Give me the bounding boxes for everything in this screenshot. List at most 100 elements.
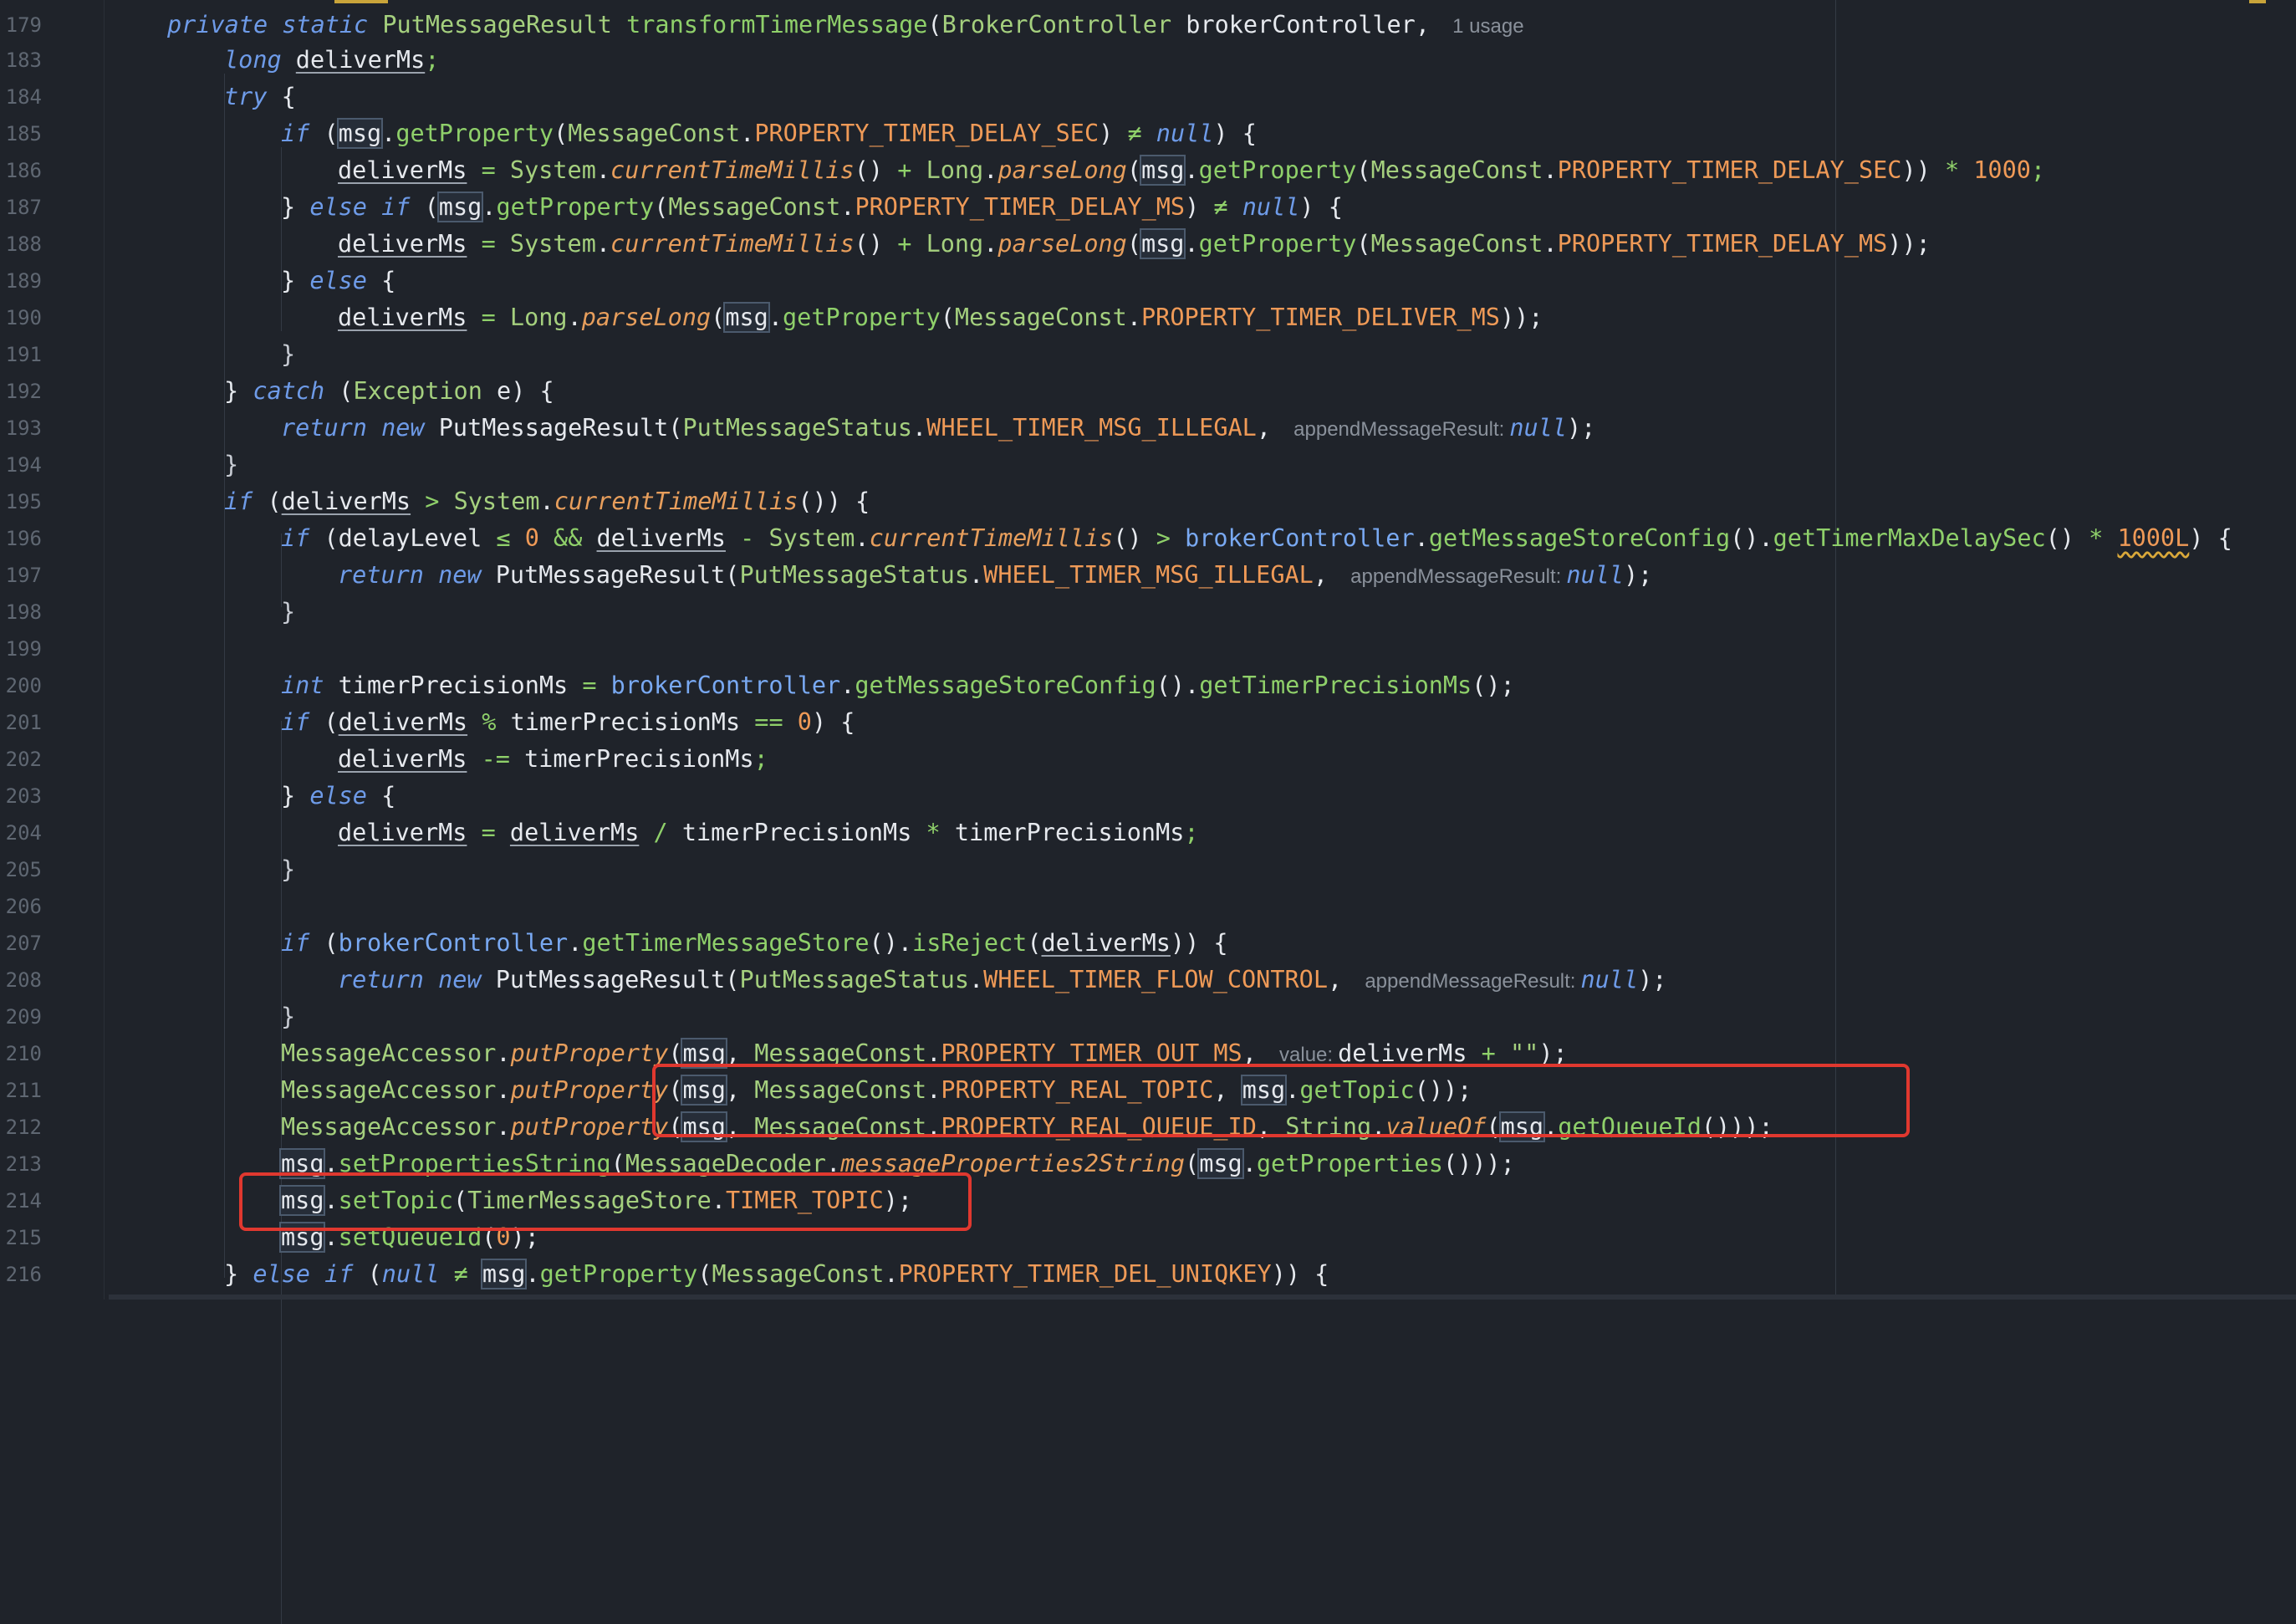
code-text: ; [2030, 156, 2046, 184]
code-line[interactable]: MessageAccessor.putProperty(msg, Message… [281, 1109, 1773, 1146]
code-line[interactable]: MessageAccessor.putProperty(msg, Message… [281, 1072, 1472, 1109]
code-text: ( [1486, 1113, 1501, 1141]
code-text: getTimerPrecisionMs [1199, 672, 1472, 699]
code-text: if [281, 708, 324, 736]
code-text: , [1256, 414, 1286, 442]
line-number: 192 [5, 380, 42, 403]
code-line[interactable]: if (msg.getProperty(MessageConst.PROPERT… [281, 115, 1257, 152]
line-number: 205 [5, 858, 42, 881]
code-line[interactable]: } else { [281, 263, 395, 299]
code-text: msg [1240, 1075, 1288, 1106]
code-text: ; [753, 745, 768, 773]
code-text: null [1580, 966, 1639, 993]
code-line[interactable]: deliverMs = System.currentTimeMillis() +… [338, 226, 1931, 263]
code-text: . [912, 414, 927, 442]
code-line[interactable]: int timerPrecisionMs = brokerController.… [281, 667, 1515, 704]
code-line[interactable]: } [281, 998, 295, 1035]
code-text: getProperty [395, 120, 554, 147]
code-text: ( [1356, 230, 1371, 258]
code-text: MessageConst [668, 193, 841, 221]
code-line[interactable]: return new PutMessageResult(PutMessageSt… [281, 410, 1595, 447]
code-text: )) { [1271, 1260, 1329, 1288]
code-line[interactable]: msg.setTopic(TimerMessageStore.TIMER_TOP… [278, 1182, 913, 1219]
line-number: 201 [5, 711, 42, 734]
code-line[interactable]: deliverMs -= timerPrecisionMs; [338, 741, 768, 778]
code-text: MessageConst [568, 120, 741, 147]
param-hint: appendMessageResult: [1365, 970, 1576, 993]
code-text: getProperty [1198, 230, 1357, 258]
code-line[interactable]: try { [224, 79, 296, 115]
code-text: msg [681, 1075, 727, 1106]
code-line[interactable]: if (brokerController.getTimerMessageStor… [281, 925, 1228, 962]
code-text: timerPrecisionMs [954, 819, 1185, 846]
line-number: 190 [5, 306, 42, 329]
line-number: 191 [5, 343, 42, 366]
code-line[interactable]: msg.setQueueId(0); [278, 1219, 539, 1256]
code-text: WHEEL_TIMER_FLOW_CONTROL [983, 966, 1328, 993]
code-text: catch [253, 377, 339, 405]
code-text: PutMessageStatus [739, 966, 969, 993]
code-text: ) { [2189, 524, 2232, 552]
code-line[interactable]: } else { [281, 778, 395, 815]
code-text: null [1509, 414, 1567, 442]
code-text: . [1543, 156, 1558, 184]
code-line[interactable]: } [224, 447, 238, 483]
code-text: , [1313, 561, 1343, 589]
code-text: ( [324, 929, 339, 957]
code-editor[interactable]: 179 private static PutMessageResult tran… [0, 0, 2296, 1624]
code-text: getProperties [1256, 1150, 1443, 1177]
code-text: * [926, 819, 955, 846]
code-text: if [281, 929, 324, 957]
code-text: PROPERTY_TIMER_DEL_UNIQKEY [898, 1260, 1272, 1288]
code-text: } [281, 267, 310, 294]
code-line[interactable]: } [281, 336, 295, 373]
code-text: . [595, 230, 611, 258]
code-text: deliverMs [338, 230, 467, 258]
line-number: 189 [5, 269, 42, 293]
code-text: . [1543, 230, 1558, 258]
code-line[interactable]: deliverMs = System.currentTimeMillis() +… [338, 152, 2045, 189]
code-text: PROPERTY_REAL_QUEUE_ID [941, 1113, 1257, 1141]
code-text: . [969, 966, 984, 993]
code-line[interactable]: return new PutMessageResult(PutMessageSt… [338, 962, 1666, 998]
line-number: 210 [5, 1042, 42, 1065]
code-line[interactable]: return new PutMessageResult(PutMessageSt… [338, 557, 1652, 594]
code-line[interactable]: } [281, 594, 295, 631]
code-line[interactable]: } catch (Exception e) { [224, 373, 554, 410]
code-line[interactable]: if (deliverMs > System.currentTimeMillis… [224, 483, 870, 520]
code-line[interactable]: deliverMs = deliverMs / timerPrecisionMs… [338, 815, 1199, 851]
code-text: putProperty [510, 1076, 669, 1104]
code-line[interactable]: } [281, 851, 295, 888]
code-line[interactable]: if (deliverMs % timerPrecisionMs == 0) { [281, 704, 855, 741]
usage-hint[interactable]: 1 usage [1444, 15, 1523, 38]
code-line[interactable]: MessageAccessor.putProperty(msg, Message… [281, 1035, 1568, 1072]
code-text: ); [1538, 1039, 1568, 1067]
code-line[interactable]: deliverMs = Long.parseLong(msg.getProper… [338, 299, 1543, 336]
code-line[interactable]: if (delayLevel ≤ 0 && deliverMs - System… [281, 520, 2232, 557]
code-text: = [467, 230, 510, 258]
code-text: PROPERTY_TIMER_DELAY_MS [1557, 230, 1888, 258]
code-text: msg [436, 192, 484, 222]
horizontal-scrollbar[interactable] [109, 1295, 2296, 1300]
code-text: PROPERTY_REAL_TOPIC [941, 1076, 1214, 1104]
code-line[interactable]: } else if (msg.getProperty(MessageConst.… [281, 189, 1343, 226]
code-line[interactable]: long deliverMs; [224, 42, 439, 79]
code-text: getMessageStoreConfig [1428, 524, 1731, 552]
code-text: PROPERTY_TIMER_OUT_MS [941, 1039, 1242, 1067]
code-text: > [411, 488, 454, 515]
code-text: 0 [797, 708, 812, 736]
line-number: 213 [5, 1152, 42, 1176]
code-text: . [482, 193, 497, 221]
line-number: 211 [5, 1079, 42, 1102]
code-line[interactable]: private static PutMessageResult transfor… [167, 7, 1524, 43]
code-text: ) [1185, 193, 1214, 221]
line-number: 198 [5, 600, 42, 624]
code-text: ( [1185, 1150, 1200, 1177]
code-text: ); [883, 1187, 913, 1214]
code-text: . [567, 304, 582, 331]
code-line[interactable]: msg.setPropertiesString(MessageDecoder.m… [278, 1146, 1515, 1182]
code-text: . [768, 304, 783, 331]
code-text: MessageConst [754, 1076, 927, 1104]
code-text: deliverMs [338, 819, 467, 846]
code-line[interactable]: } else if (null ≠ msg.getProperty(Messag… [224, 1256, 1329, 1293]
